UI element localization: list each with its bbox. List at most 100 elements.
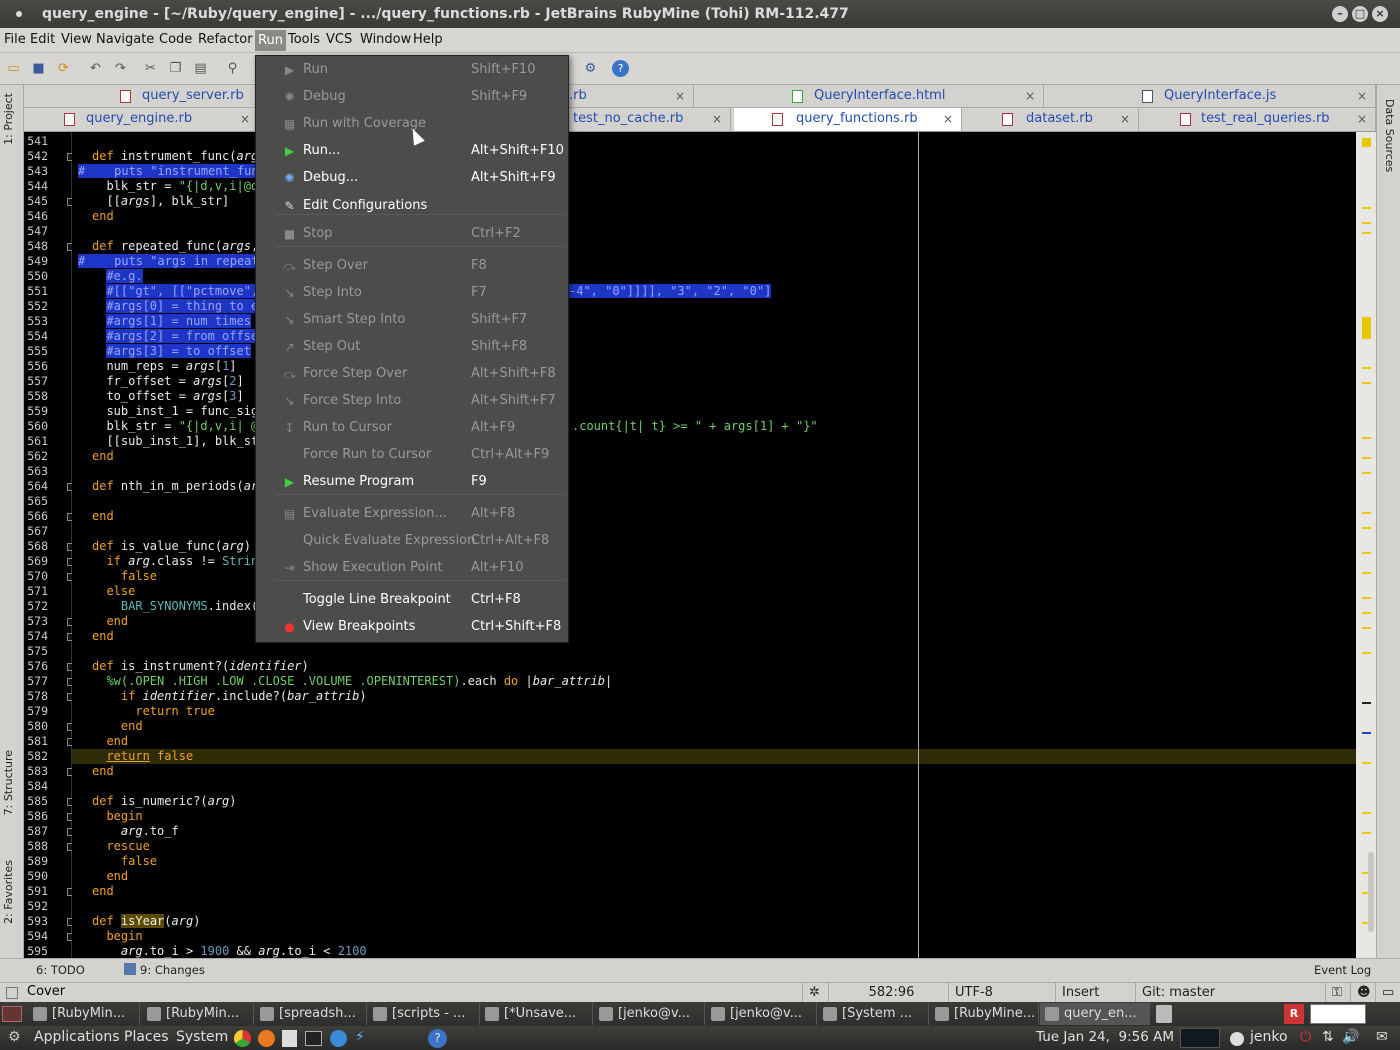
- open-icon[interactable]: ▭: [5, 60, 22, 77]
- places-menu[interactable]: Places: [124, 1029, 169, 1045]
- close-tab-icon[interactable]: ×: [1025, 85, 1035, 107]
- tab-partial-rb[interactable]: .rb ×: [569, 85, 694, 107]
- sync-icon[interactable]: ⟳: [55, 60, 72, 77]
- help-launcher-icon[interactable]: ?: [428, 1029, 447, 1048]
- gnome-foot-icon[interactable]: ⚙: [8, 1029, 21, 1045]
- clock[interactable]: Tue Jan 24, 9:56 AM: [1036, 1029, 1174, 1045]
- todo-tool-tab[interactable]: 6: TODO: [36, 963, 85, 977]
- run-menu-item-step-into[interactable]: ↘ Step Into F7: [256, 281, 568, 305]
- tab-test-no-cache[interactable]: test_no_cache.rb ×: [569, 108, 731, 131]
- tab-query-functions[interactable]: query_functions.rb ×: [734, 108, 962, 131]
- workspace-switcher[interactable]: [1310, 1004, 1366, 1024]
- editor-gutter[interactable]: 541 542 543 544 545 546 547 548 549 550 551 552 553 5…: [24, 132, 75, 958]
- encoding-selector[interactable]: UTF-8: [948, 983, 1055, 1003]
- insert-mode[interactable]: Insert: [1055, 983, 1135, 1003]
- taskbar-window-button[interactable]: [spreadsh...: [255, 1003, 367, 1025]
- close-tab-icon[interactable]: ×: [675, 85, 685, 107]
- run-menu-item-show-execution-point[interactable]: ⇥ Show Execution Point Alt+F10: [256, 556, 568, 580]
- minimize-icon[interactable]: –: [1332, 6, 1348, 22]
- event-log-tab[interactable]: Event Log: [1314, 963, 1371, 977]
- network-icon[interactable]: ⇅: [1322, 1029, 1334, 1045]
- structure-tool-tab[interactable]: 7: Structure: [2, 750, 15, 815]
- taskbar-window-button[interactable]: query_en...: [1040, 1003, 1150, 1025]
- run-menu-item-debug[interactable]: ✺ Debug Shift+F9: [256, 85, 568, 109]
- favorites-tool-tab[interactable]: 2: Favorites: [2, 860, 15, 924]
- run-menu-item-force-step-over[interactable]: ⤼ Force Step Over Alt+Shift+F8: [256, 362, 568, 386]
- menu-help[interactable]: Help: [413, 32, 443, 47]
- menu-code[interactable]: Code: [159, 32, 192, 47]
- tab-test-real-queries[interactable]: test_real_queries.rb ×: [1142, 108, 1376, 131]
- menu-edit[interactable]: Edit: [30, 32, 55, 47]
- tab-query-server[interactable]: query_server.rb: [112, 85, 260, 107]
- scroll-thumb[interactable]: [1368, 852, 1374, 932]
- settings-icon[interactable]: ⚙: [582, 60, 599, 77]
- power-icon[interactable]: ⏻: [1300, 1029, 1311, 1045]
- toggle-tool-buttons-icon[interactable]: [6, 987, 18, 999]
- save-icon[interactable]: ■: [30, 60, 47, 77]
- media-launcher-icon[interactable]: [330, 1030, 347, 1047]
- lock-icon[interactable]: ⚿: [1325, 983, 1350, 1003]
- run-menu-item-resume-program[interactable]: ▶ Resume Program F9: [256, 470, 568, 494]
- system-menu[interactable]: System: [176, 1029, 228, 1045]
- taskbar-window-button[interactable]: [RubyMin...: [28, 1003, 140, 1025]
- run-menu-item-step-out[interactable]: ↗ Step Out Shift+F8: [256, 335, 568, 359]
- user-status-icon[interactable]: [1230, 1032, 1244, 1046]
- run-menu-item-run-to-cursor[interactable]: ↧ Run to Cursor Alt+F9: [256, 416, 568, 440]
- close-tab-icon[interactable]: ×: [712, 108, 722, 130]
- window-menu-icon[interactable]: [16, 11, 22, 17]
- paste-icon[interactable]: ▤: [192, 60, 209, 77]
- system-monitor-graph[interactable]: [1180, 1028, 1220, 1048]
- run-menu-item-force-run-to-cursor[interactable]: Force Run to Cursor Ctrl+Alt+F9: [256, 443, 568, 467]
- run-menu-item-toggle-line-breakpoint[interactable]: Toggle Line Breakpoint Ctrl+F8: [256, 588, 568, 612]
- firefox-launcher-icon[interactable]: [258, 1030, 275, 1047]
- inspector-icon[interactable]: ☻: [1350, 983, 1375, 1003]
- data-sources-tool-tab[interactable]: Data Sources: [1383, 99, 1396, 172]
- close-tab-icon[interactable]: ×: [943, 108, 953, 130]
- taskbar-window-button[interactable]: [RubyMine...: [930, 1003, 1039, 1025]
- project-tool-tab[interactable]: 1: Project: [2, 93, 15, 145]
- run-menu-item-view-breakpoints[interactable]: ● View Breakpoints Ctrl+Shift+F8: [256, 615, 568, 639]
- changes-tool-tab[interactable]: 9: Changes: [140, 963, 205, 977]
- taskbar-window-button[interactable]: [RubyMin...: [142, 1003, 254, 1025]
- tab-query-interface-html[interactable]: QueryInterface.html ×: [696, 85, 1044, 107]
- user-name[interactable]: jenko: [1250, 1029, 1288, 1045]
- menu-navigate[interactable]: Navigate: [96, 32, 154, 47]
- menu-view[interactable]: View: [61, 32, 92, 47]
- trash-icon[interactable]: [1156, 1005, 1172, 1023]
- close-tab-icon[interactable]: ×: [1357, 108, 1367, 130]
- run-menu-item-run[interactable]: ▶ Run Shift+F10: [256, 58, 568, 82]
- run-menu-item-debug[interactable]: ✺ Debug... Alt+Shift+F9: [256, 166, 568, 190]
- rubymine-tray-icon[interactable]: R: [1284, 1004, 1304, 1024]
- tab-query-interface-js[interactable]: QueryInterface.js ×: [1046, 85, 1376, 107]
- text-editor-launcher-icon[interactable]: [282, 1030, 297, 1047]
- taskbar-window-button[interactable]: [*Unsave...: [480, 1003, 593, 1025]
- run-menu-item-evaluate-expression[interactable]: ▤ Evaluate Expression... Alt+F8: [256, 502, 568, 526]
- event-icon[interactable]: ▭: [1375, 983, 1400, 1003]
- run-menu-item-stop[interactable]: ■ Stop Ctrl+F2: [256, 222, 568, 246]
- close-tab-icon[interactable]: ×: [1120, 108, 1130, 130]
- copy-icon[interactable]: ❐: [167, 60, 184, 77]
- close-tab-icon[interactable]: ×: [1357, 85, 1367, 107]
- menu-vcs[interactable]: VCS: [326, 32, 352, 47]
- close-tab-icon[interactable]: ×: [240, 108, 250, 130]
- show-desktop-icon[interactable]: [2, 1006, 22, 1022]
- taskbar-window-button[interactable]: [scripts - ...: [368, 1003, 480, 1025]
- run-menu-item-smart-step-into[interactable]: ↘ Smart Step Into Shift+F7: [256, 308, 568, 332]
- undo-icon[interactable]: ↶: [87, 60, 104, 77]
- terminal-launcher-icon[interactable]: [305, 1031, 322, 1046]
- run-menu-item-quick-evaluate-expression[interactable]: Quick Evaluate Expression Ctrl+Alt+F8: [256, 529, 568, 553]
- volume-icon[interactable]: 🔊: [1342, 1029, 1359, 1045]
- run-menu-item-step-over[interactable]: ⤼ Step Over F8: [256, 254, 568, 278]
- maximize-icon[interactable]: □: [1352, 6, 1368, 22]
- taskbar-window-button[interactable]: [jenko@v...: [706, 1003, 817, 1025]
- applications-menu[interactable]: Applications: [34, 1029, 120, 1045]
- close-window-icon[interactable]: ×: [1372, 6, 1388, 22]
- taskbar-window-button[interactable]: [jenko@v...: [594, 1003, 705, 1025]
- run-menu-item-force-step-into[interactable]: ↘ Force Step Into Alt+Shift+F7: [256, 389, 568, 413]
- menu-run[interactable]: Run: [255, 30, 286, 51]
- vcs-branch-selector[interactable]: Git: master: [1135, 983, 1325, 1003]
- find-icon[interactable]: ⚲: [224, 60, 241, 77]
- chrome-launcher-icon[interactable]: [234, 1030, 251, 1047]
- editor-error-stripe[interactable]: [1356, 132, 1376, 958]
- cut-icon[interactable]: ✂: [142, 60, 159, 77]
